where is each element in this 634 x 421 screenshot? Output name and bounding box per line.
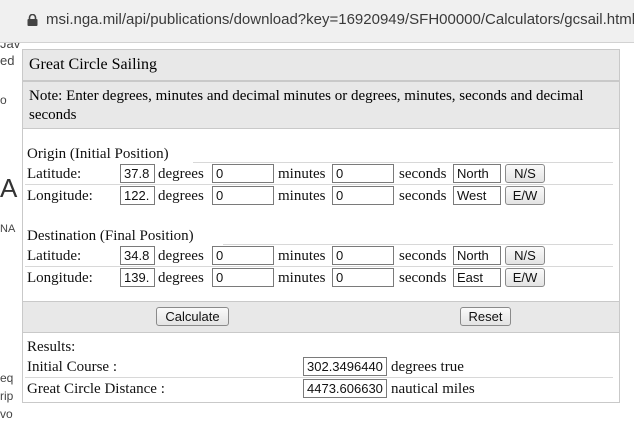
bg-fragment: rip: [0, 389, 14, 403]
origin-longitude-ew-toggle-button[interactable]: E/W: [505, 186, 545, 205]
results-heading: Results:: [27, 339, 76, 355]
origin-latitude-degrees-input[interactable]: 37.8: [120, 164, 155, 183]
background-page: Jav ed o A NA eq rip vo: [0, 43, 20, 421]
origin-longitude-seconds-input[interactable]: 0: [332, 186, 394, 205]
origin-latitude-ns-toggle-button[interactable]: N/S: [505, 164, 545, 183]
divider: [25, 377, 613, 378]
bg-fragment: vo: [0, 407, 13, 421]
origin-longitude-label: Longitude:: [27, 188, 93, 204]
distance-output[interactable]: 4473.606630: [303, 379, 387, 398]
degrees-label: degrees: [158, 248, 204, 264]
initial-course-output[interactable]: 302.3496440: [303, 357, 387, 376]
origin-heading: Origin (Initial Position): [27, 146, 169, 162]
calculator-window: Great Circle Sailing Note: Enter degrees…: [20, 44, 634, 421]
divider: [223, 244, 613, 245]
bg-fragment: NA: [0, 223, 16, 235]
degrees-label: degrees: [158, 188, 204, 204]
results-section: Results: Initial Course : 302.3496440 de…: [22, 333, 620, 403]
distance-label: Great Circle Distance :: [27, 381, 165, 397]
destination-latitude-ns-toggle-button[interactable]: N/S: [505, 246, 545, 265]
destination-latitude-seconds-input[interactable]: 0: [332, 246, 394, 265]
button-row: Calculate Reset: [22, 301, 620, 333]
destination-latitude-hemisphere-field[interactable]: North: [453, 246, 501, 265]
origin-latitude-label: Latitude:: [27, 166, 82, 182]
destination-latitude-degrees-input[interactable]: 34.8: [120, 246, 155, 265]
destination-longitude-label: Longitude:: [27, 270, 93, 286]
seconds-label: seconds: [399, 166, 447, 182]
url-bar[interactable]: msi.nga.mil/api/publications/download?ke…: [0, 0, 634, 43]
origin-latitude-seconds-input[interactable]: 0: [332, 164, 394, 183]
origin-latitude-minutes-input[interactable]: 0: [212, 164, 274, 183]
initial-course-unit: degrees true: [391, 359, 464, 375]
origin-latitude-hemisphere-field[interactable]: North: [453, 164, 501, 183]
bg-fragment: o: [0, 93, 7, 107]
minutes-label: minutes: [278, 248, 326, 264]
url-text[interactable]: msi.nga.mil/api/publications/download?ke…: [46, 11, 634, 28]
bg-fragment: eq: [0, 371, 14, 385]
destination-latitude-label: Latitude:: [27, 248, 82, 264]
bg-fragment: ed: [0, 53, 15, 68]
initial-course-label: Initial Course :: [27, 359, 117, 375]
minutes-label: minutes: [278, 270, 326, 286]
divider: [193, 162, 613, 163]
seconds-label: seconds: [399, 248, 447, 264]
divider: [25, 184, 613, 185]
bg-fragment: A: [0, 173, 18, 203]
page-title: Great Circle Sailing: [29, 56, 157, 73]
distance-unit: nautical miles: [391, 381, 475, 397]
title-bar: Great Circle Sailing: [22, 49, 620, 81]
note-box: Note: Enter degrees, minutes and decimal…: [22, 81, 620, 129]
degrees-label: degrees: [158, 270, 204, 286]
destination-longitude-minutes-input[interactable]: 0: [212, 268, 274, 287]
destination-longitude-degrees-input[interactable]: 139.: [120, 268, 155, 287]
destination-longitude-hemisphere-field[interactable]: East: [453, 268, 501, 287]
minutes-label: minutes: [278, 188, 326, 204]
destination-heading: Destination (Final Position): [27, 228, 194, 244]
lock-icon: [27, 14, 38, 26]
destination-longitude-ew-toggle-button[interactable]: E/W: [505, 268, 545, 287]
note-text: Note: Enter degrees, minutes and decimal…: [29, 88, 584, 123]
bg-fragment: Jav: [0, 43, 20, 51]
divider: [25, 266, 613, 267]
input-section: Origin (Initial Position) Latitude: 37.8…: [22, 129, 620, 301]
seconds-label: seconds: [399, 188, 447, 204]
origin-longitude-hemisphere-field[interactable]: West: [453, 186, 501, 205]
destination-latitude-minutes-input[interactable]: 0: [212, 246, 274, 265]
minutes-label: minutes: [278, 166, 326, 182]
seconds-label: seconds: [399, 270, 447, 286]
reset-button[interactable]: Reset: [460, 307, 511, 326]
origin-longitude-minutes-input[interactable]: 0: [212, 186, 274, 205]
origin-longitude-degrees-input[interactable]: 122.: [120, 186, 155, 205]
degrees-label: degrees: [158, 166, 204, 182]
calculate-button[interactable]: Calculate: [156, 307, 229, 326]
destination-longitude-seconds-input[interactable]: 0: [332, 268, 394, 287]
